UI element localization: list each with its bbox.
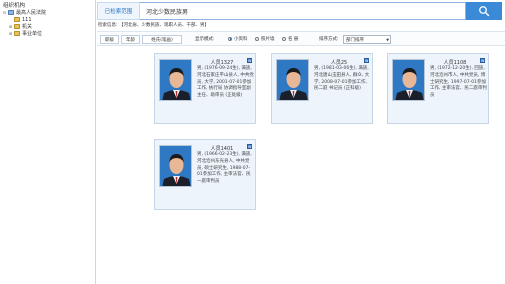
search-button[interactable]	[466, 2, 502, 20]
open-profile-icon[interactable]: W	[480, 58, 485, 63]
open-profile-icon[interactable]: W	[364, 58, 369, 63]
radio-roster[interactable]	[282, 36, 286, 41]
tree-node-label[interactable]: 机关	[22, 23, 32, 30]
person-card[interactable]: 人员25 男, (1981-03-06生), 满族, 河北唐山玉田县人, 群众,…	[271, 53, 373, 124]
folder-icon	[14, 31, 20, 36]
tree-node-label[interactable]: 最高人民法院	[16, 9, 46, 16]
radio-photo-wall[interactable]	[255, 36, 259, 41]
tree-node-root[interactable]: ⊟ 最高人民法院	[2, 9, 46, 16]
tree-toggle	[8, 17, 13, 22]
person-bio: 男, (1966-02-23生), 满族, 河北沧州东光县人, 中共党员, 硕士…	[197, 152, 252, 185]
org-tree-title: 组织机构	[3, 3, 26, 9]
tree-node-111[interactable]: 111	[8, 16, 32, 23]
person-card[interactable]: 人员1401 男, (1966-02-23生), 满族, 河北沧州东光县人, 中…	[154, 139, 256, 210]
person-card[interactable]: 人员1327 男, (1976-09-24生), 满族, 河北石家庄平山县人, …	[154, 53, 256, 124]
person-name[interactable]: 人员1401	[197, 145, 247, 152]
sort-age-button[interactable]: 年龄	[121, 35, 140, 44]
person-card[interactable]: 人员1108 男, (1972-12-20生), 回族, 河北沧州市人, 中共党…	[387, 53, 489, 124]
folder-icon	[8, 10, 14, 15]
search-scope-tab[interactable]: 已检索范围	[97, 2, 140, 20]
person-photo[interactable]	[392, 59, 425, 101]
sort-order-value: 部门排序	[346, 37, 364, 43]
person-bio: 男, (1976-09-24生), 满族, 河北石家庄平山县人, 中共党员, 大…	[197, 66, 254, 99]
person-photo[interactable]	[159, 145, 192, 187]
expand-icon[interactable]: ⊞	[8, 31, 13, 36]
result-toolbar: 职级 年龄 姓氏(笔画) 显示模式: 小资料 照片墙 名 册 排序方式: 部门排…	[97, 31, 505, 46]
portrait-image	[277, 60, 308, 100]
tree-node-label[interactable]: 事业单位	[22, 30, 42, 37]
radio-small-profile[interactable]	[228, 36, 232, 41]
radio-label-photo-wall[interactable]: 照片墙	[261, 36, 275, 42]
person-photo[interactable]	[159, 59, 192, 101]
person-bio: 男, (1972-12-20生), 回族, 河北沧州市人, 中共党员, 博士研究…	[430, 66, 487, 99]
search-input[interactable]	[140, 2, 466, 20]
person-name[interactable]: 人员1108	[430, 59, 480, 66]
tree-node-shiye[interactable]: ⊞ 事业单位	[8, 30, 42, 37]
folder-icon	[14, 17, 20, 22]
person-photo[interactable]	[276, 59, 309, 101]
person-bio: 男, (1981-03-06生), 满族, 河北唐山玉田县人, 群众, 大学, …	[314, 66, 370, 92]
portrait-image	[393, 60, 424, 100]
folder-icon	[14, 24, 20, 29]
sort-rank-button[interactable]: 职级	[100, 35, 119, 44]
radio-label-roster[interactable]: 名 册	[288, 36, 298, 42]
sort-order-select[interactable]: 部门排序 ▼	[343, 35, 391, 44]
person-name[interactable]: 人员1327	[197, 59, 247, 66]
tree-node-jiguan[interactable]: ⊞ 机关	[8, 23, 32, 30]
portrait-image	[160, 146, 191, 186]
open-profile-icon[interactable]: W	[247, 58, 252, 63]
chevron-down-icon: ▼	[386, 38, 389, 42]
sort-surname-button[interactable]: 姓氏(笔画)	[142, 35, 182, 44]
search-icon	[479, 6, 490, 17]
portrait-image	[160, 60, 191, 100]
org-tree-panel: 组织机构 ⊟ 最高人民法院 111 ⊞ 机关 ⊞ 事业单位	[0, 0, 96, 284]
expand-icon[interactable]: ⊞	[8, 24, 13, 29]
radio-label-small-profile[interactable]: 小资料	[234, 36, 248, 42]
search-condition-text: 检索信息: 【河北省、少数民族、现职人员、干部、男】	[98, 23, 209, 28]
display-mode-label: 显示模式:	[195, 37, 215, 42]
person-name[interactable]: 人员25	[314, 59, 364, 66]
sort-order-label: 排序方式:	[319, 37, 339, 42]
collapse-icon[interactable]: ⊟	[2, 10, 7, 15]
search-bar: 已检索范围	[97, 2, 505, 20]
tree-node-label[interactable]: 111	[22, 17, 32, 23]
open-profile-icon[interactable]: W	[247, 144, 252, 149]
